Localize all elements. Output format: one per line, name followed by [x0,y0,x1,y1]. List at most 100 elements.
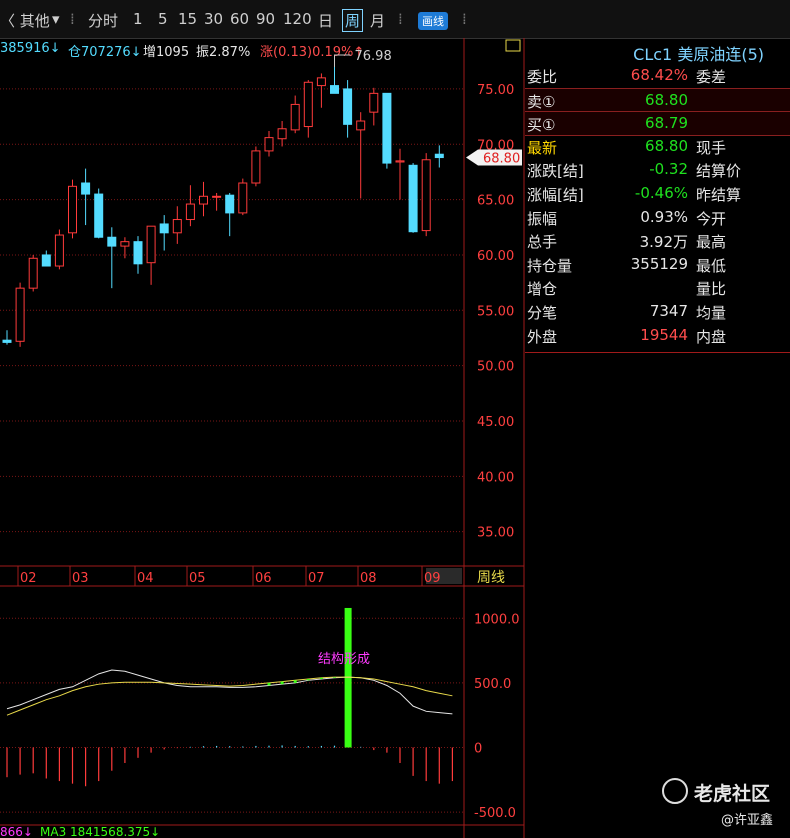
y-tick-label: 65.00 [477,194,514,209]
quote-row: 外盘 19544 内盘 [525,324,790,347]
x-tick-label: 09 [424,571,441,586]
candle-body [395,160,405,163]
candle-body [94,193,104,238]
quote-value: -0.32 [649,160,688,179]
period-tab-intraday[interactable]: 分时 [88,10,118,31]
quote-label: 总手 [527,233,558,252]
candle-body [356,120,366,131]
quote-value: 68.80 [645,136,688,155]
candle-body [264,137,274,152]
candle-body [107,236,117,247]
quote-label-secondary: 最高 [696,233,727,252]
quote-label-secondary: 内盘 [696,327,727,346]
x-tick-label: 05 [189,571,206,586]
quote-header: CLc1 美原油连(5) [525,38,790,64]
quote-label-secondary: 现手 [696,138,727,157]
candle-body [330,85,339,94]
candle-body [159,223,169,234]
quote-value: 68.80 [645,90,688,109]
quote-value: 68.79 [645,114,688,133]
candle-body [343,88,353,125]
period-tab-week[interactable]: 周 [342,9,364,32]
quote-label-secondary: 最低 [696,256,727,275]
candle-body [303,81,313,128]
period-tab-5[interactable]: 5 [158,10,168,28]
y-tick-label: 35.00 [477,526,514,541]
separator-icon: ⁞ [398,10,403,28]
candle-body [316,77,326,87]
candle-body [41,254,51,267]
candle-body [2,339,12,343]
quote-row: 卖① 68.80 [525,87,790,113]
candle-body [290,103,300,131]
candle-body [120,241,130,247]
watermark-user: @许亚鑫 [721,813,774,828]
quote-label-secondary: 昨结算 [696,186,742,204]
chevron-down-icon[interactable]: ▾ [52,10,60,28]
candle-body [133,241,143,265]
period-tab-15[interactable]: 15 [178,10,197,28]
quote-label: 卖① [527,92,556,111]
period-tab-month[interactable]: 月 [370,10,385,31]
candle-body [369,92,379,113]
x-axis: 周线 02 03 04 05 06 07 08 09 [0,565,524,587]
y-tick-label: 45.00 [477,415,514,430]
candle-body [199,195,208,205]
macd-line-yellow [6,676,453,716]
candles [2,67,444,347]
period-tab-30[interactable]: 30 [204,10,223,28]
quote-row: 委比 68.42% 委差 [525,64,790,87]
quote-row: 涨跌[结] -0.32 结算价 [525,158,790,181]
quote-label: 分笔 [527,304,558,322]
candle-body [68,185,77,234]
x-tick-label: 07 [308,571,325,586]
quote-label: 最新 [527,138,558,157]
tiger-logo-icon [662,778,688,804]
quote-label-secondary: 今开 [696,209,727,228]
quote-label: 持仓量 [527,256,573,275]
macd-bottom-left: 866↓ [0,825,33,838]
quote-value: 68.42% [630,66,688,84]
period-tab-day[interactable]: 日 [318,10,333,31]
period-tab-60[interactable]: 60 [230,10,249,28]
separator-icon: ⁞ [462,10,467,28]
candle-body [81,182,91,195]
period-tab-120[interactable]: 120 [283,10,312,28]
x-tick-label: 04 [137,571,154,586]
structure-annotation: 结构形成 [318,652,370,667]
candle-body [251,150,261,184]
candle-body [238,182,248,214]
max-price-label: 76.98 [355,49,392,64]
x-tick-label: 08 [360,571,377,586]
quote-row: 涨幅[结] -0.46% 昨结算 [525,182,790,205]
macd-y-tick-label: -500.0 [474,806,516,821]
quote-value: 355129 [630,254,688,273]
macd-y-tick-label: 500.0 [474,677,511,692]
quote-row: 最新 68.80 现手 [525,135,790,158]
y-tick-label: 75.00 [477,83,514,98]
watermark-brand: 老虎社区 [694,783,771,805]
x-tick-label: 06 [255,571,272,586]
period-tab-1[interactable]: 1 [133,10,143,28]
price-chart[interactable]: 75.0070.0065.0060.0055.0050.0045.0040.00… [0,38,525,838]
quote-label: 振幅 [527,209,558,228]
period-tab-90[interactable]: 90 [256,10,275,28]
macd-y-tick-label: 0 [474,741,482,756]
quote-row: 买① 68.79 [525,111,790,137]
candle-body [185,203,195,221]
candle-body [172,219,182,234]
candle-body [15,287,25,342]
candle-body [212,195,222,198]
draw-line-button[interactable]: 画线 [418,12,448,30]
candle-body [434,153,444,159]
max-annotation: 76.98 [334,49,392,68]
macd-line-white [6,669,453,715]
other-menu[interactable]: 〈 其他 [0,10,50,31]
macd-grid: 1000.0 500.0 0 -500.0 [0,612,520,821]
quote-label-secondary: 结算价 [696,162,742,181]
macd-indicator [6,607,453,787]
quote-label: 委比 [527,68,558,86]
window-toggle-icon[interactable] [505,39,521,52]
candle-body [225,194,235,214]
candle-body [54,234,64,267]
